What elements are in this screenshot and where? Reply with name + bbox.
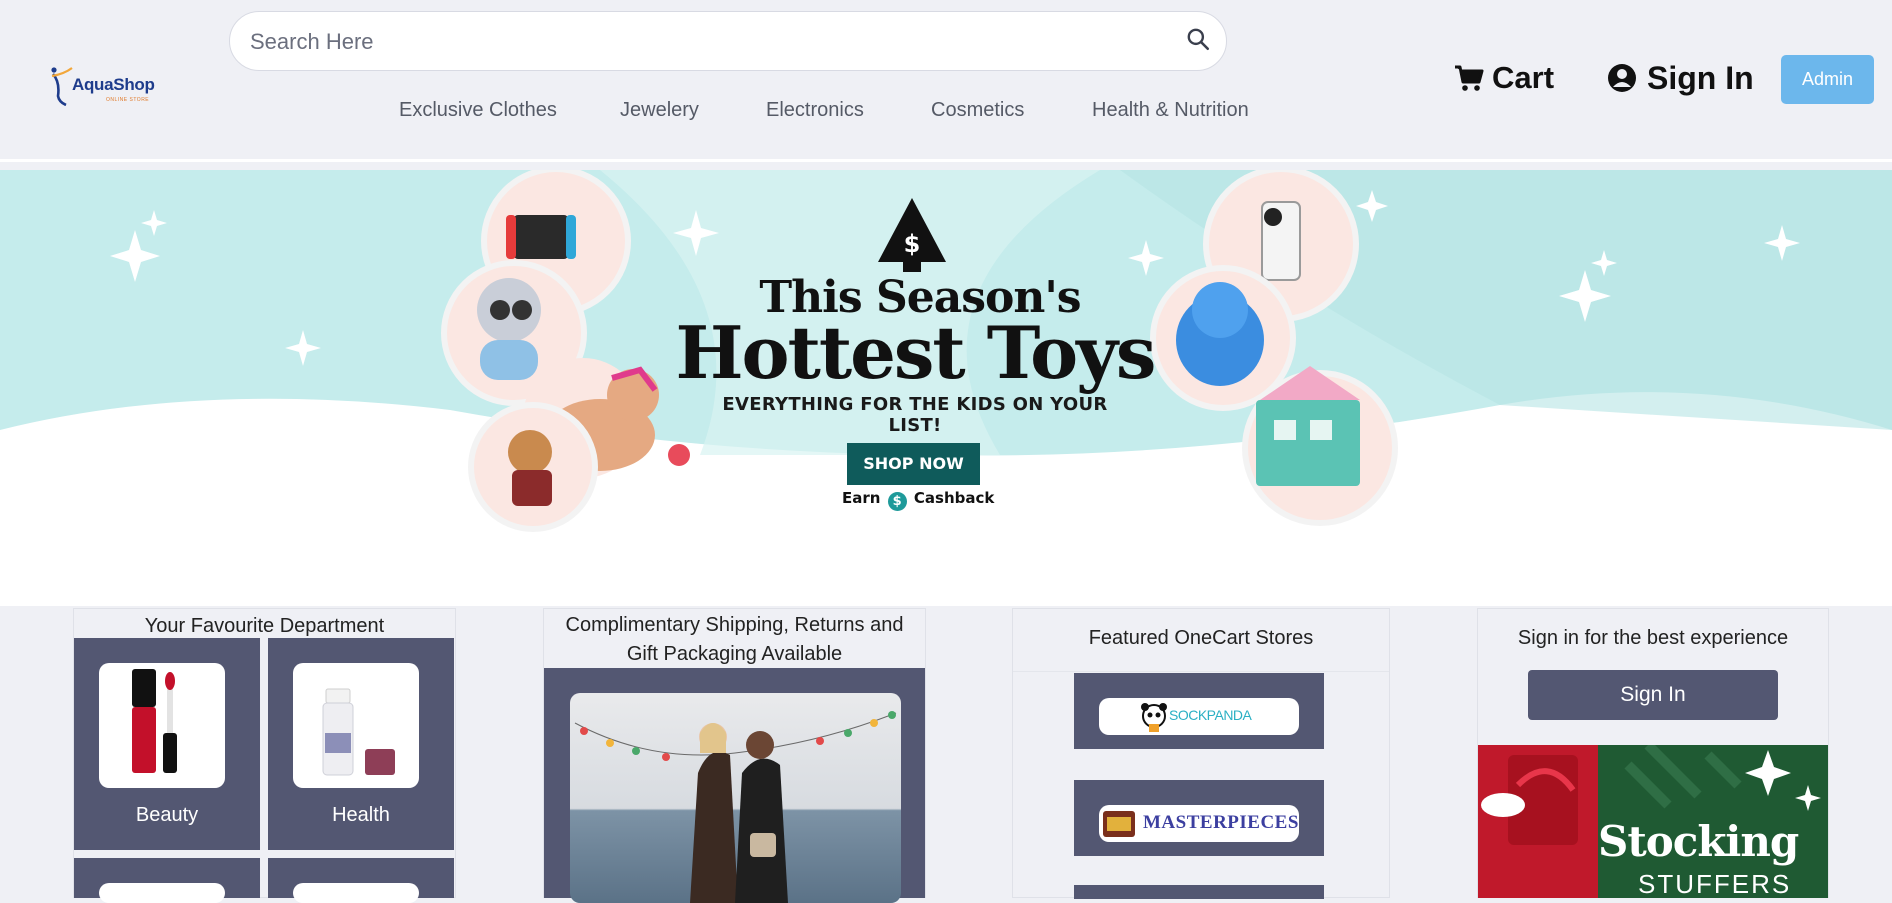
shipping-image-panel[interactable] xyxy=(544,668,925,903)
department-tile-label: Beauty xyxy=(135,804,199,826)
masterpieces-badge-icon xyxy=(1103,811,1135,837)
stores-divider xyxy=(1013,671,1389,672)
cart-icon xyxy=(1455,65,1484,91)
store-name-sockpanda: SOCKPANDA xyxy=(1169,707,1252,723)
shipping-card-title-line2: Gift Packaging Available xyxy=(626,643,843,665)
nav-item-cosmetics[interactable]: Cosmetics xyxy=(931,99,1024,125)
search-bar xyxy=(229,11,1227,71)
brand-name: AquaShop xyxy=(72,75,155,94)
serum-bottle-icon xyxy=(322,688,395,776)
featured-stores-title: Featured OneCart Stores xyxy=(1088,627,1314,649)
hero-banner[interactable]: $ This Season's Hottest Toys EVERYTHING … xyxy=(0,170,1892,606)
sign-in-button[interactable]: Sign In xyxy=(1528,670,1778,720)
user-circle-icon xyxy=(1608,64,1636,92)
department-tile-beauty[interactable]: Beauty xyxy=(74,638,260,850)
cart-button[interactable]: Cart xyxy=(1454,60,1554,102)
partial-image xyxy=(293,883,419,903)
lipgloss-icon xyxy=(132,669,177,773)
health-image xyxy=(293,663,419,788)
header-sign-in-button[interactable]: Sign In xyxy=(1607,60,1754,102)
department-card-title: Your Favourite Department xyxy=(144,615,385,637)
sign-in-card-title: Sign in for the best experience xyxy=(1517,627,1789,649)
department-tile-partial[interactable] xyxy=(74,858,260,903)
cashback-label: Cashback xyxy=(913,489,995,507)
department-tile-label: Health xyxy=(332,804,390,826)
sockpanda-logo: SOCKPANDA xyxy=(1099,698,1299,735)
search-input[interactable] xyxy=(248,24,1152,60)
store-tile-partial[interactable] xyxy=(1074,885,1324,899)
featured-stores-card: Featured OneCart Stores SOCKPANDA MASTER… xyxy=(1012,608,1390,899)
nav-item-health-nutrition[interactable]: Health & Nutrition xyxy=(1092,99,1249,125)
promo-subtitle: STUFFERS xyxy=(1638,869,1792,898)
banner-earn-cashback: Earn $ Cashback xyxy=(842,489,994,511)
dollar-coin-icon: $ xyxy=(887,492,907,511)
cart-label: Cart xyxy=(1492,60,1555,95)
department-card: Your Favourite Department Beauty Health xyxy=(73,608,456,903)
banner-title-line2: Hottest Toys xyxy=(675,310,1157,395)
nav-item-electronics[interactable]: Electronics xyxy=(766,99,864,125)
shipping-card: Complimentary Shipping, Returns and Gift… xyxy=(543,608,926,903)
search-icon[interactable] xyxy=(1185,26,1211,52)
store-tile-masterpieces[interactable]: MASTERPIECES xyxy=(1074,780,1324,856)
department-tile-health[interactable]: Health xyxy=(268,638,454,850)
partial-image xyxy=(99,883,225,903)
brand-logo[interactable]: AquaShop ONLINE STORE xyxy=(50,66,155,106)
beauty-image xyxy=(99,663,225,788)
shipping-card-title-line1: Complimentary Shipping, Returns and xyxy=(565,614,904,636)
brand-tagline: ONLINE STORE xyxy=(106,97,150,103)
sign-in-card: Sign in for the best experience Sign In … xyxy=(1477,608,1829,898)
admin-button[interactable]: Admin xyxy=(1781,55,1874,104)
earn-label: Earn xyxy=(842,489,881,507)
promo-title: Stocking xyxy=(1598,817,1799,866)
stocking-stuffers-promo[interactable]: Stocking STUFFERS xyxy=(1478,745,1828,898)
store-name-masterpieces: MASTERPIECES xyxy=(1143,812,1299,833)
nav-item-jewelery[interactable]: Jewelery xyxy=(620,99,699,125)
header-sign-in-label: Sign In xyxy=(1647,60,1754,96)
svg-text:$: $ xyxy=(904,230,921,258)
header-divider xyxy=(0,159,1892,162)
fashion-models-image xyxy=(570,693,901,903)
masterpieces-logo: MASTERPIECES xyxy=(1099,805,1299,842)
store-tile-sockpanda[interactable]: SOCKPANDA xyxy=(1074,673,1324,749)
banner-tagline: EVERYTHING FOR THE KIDS ON YOUR LIST! xyxy=(722,394,1108,436)
department-tile-partial[interactable] xyxy=(268,858,454,903)
nav-item-exclusive-clothes[interactable]: Exclusive Clothes xyxy=(399,99,557,125)
shop-now-button[interactable]: SHOP NOW xyxy=(847,443,980,485)
